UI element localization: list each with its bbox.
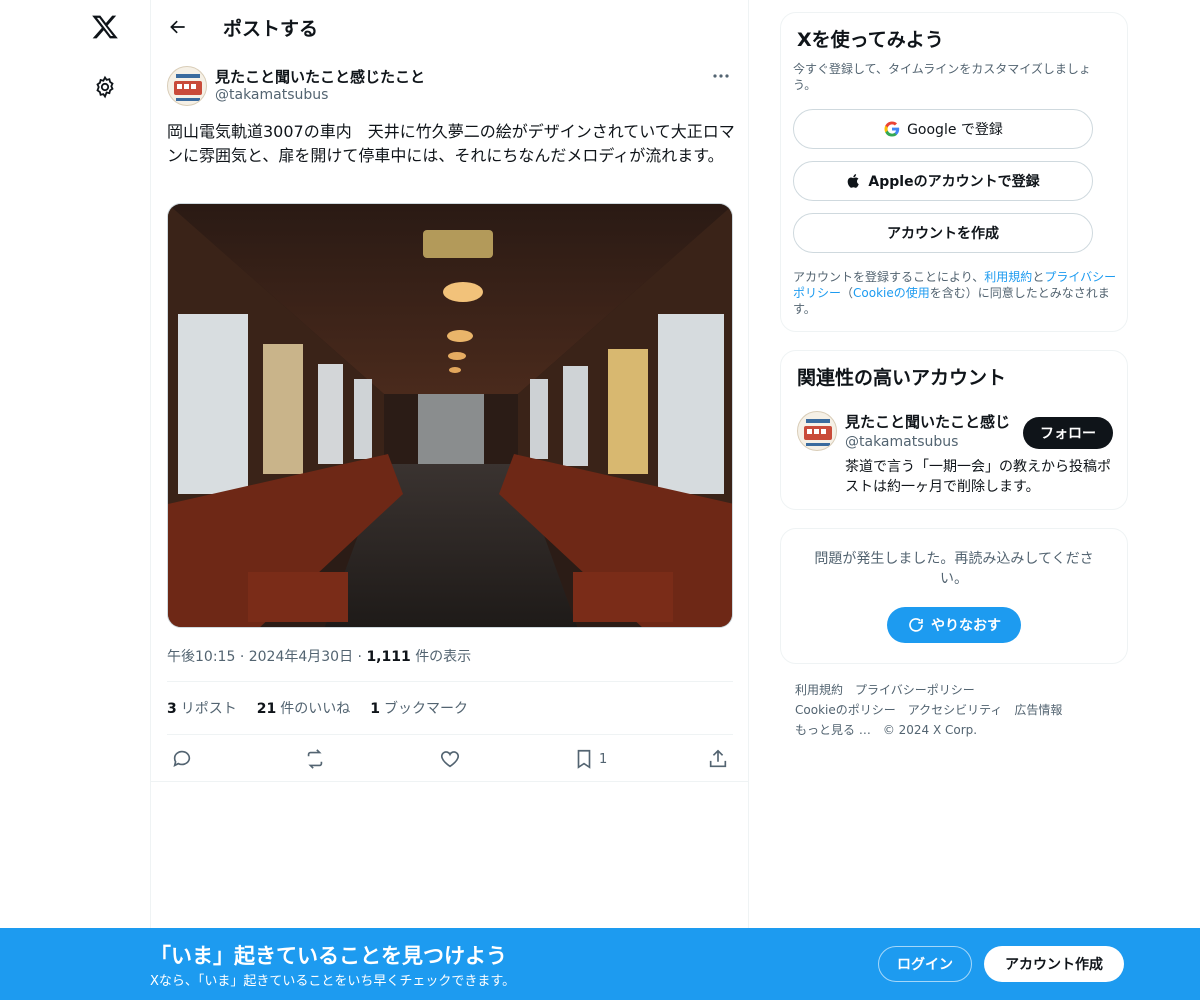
cookie-link[interactable]: Cookieの使用: [853, 286, 930, 300]
apple-signup-button[interactable]: Appleのアカウントで登録: [793, 161, 1093, 201]
google-signup-button[interactable]: Google で登録: [793, 109, 1093, 149]
retry-label: やりなおす: [931, 618, 1001, 634]
apple-icon: [848, 174, 860, 188]
bookmarks-label: ブックマーク: [383, 701, 468, 717]
x-logo-icon[interactable]: [88, 10, 122, 44]
likes-label: 件のいいね: [280, 701, 351, 717]
divider: [151, 781, 749, 782]
follow-button[interactable]: フォロー: [1023, 417, 1113, 449]
copyright: © 2024 X Corp.: [882, 723, 978, 737]
likes-stat[interactable]: 21 件のいいね: [257, 698, 350, 718]
tweet-meta: 午後10:15 · 2024年4月30日 · 1,111 件の表示: [167, 646, 471, 666]
settings-gear-icon[interactable]: [90, 72, 120, 102]
bottom-signup-banner: 「いま」起きていることを見つけよう Xなら、「いま」起きていることをいち早くチェ…: [0, 928, 1200, 1000]
terms-text: アカウントを登録することにより、利用規約とプライバシーポリシー（Cookieの使…: [793, 269, 1119, 317]
tweet-text: 岡山電気軌道3007の車内 天井に竹久夢二の絵がデザインされていて大正ロマンに雰…: [167, 122, 735, 165]
bookmark-action-count: 1: [599, 751, 608, 767]
signup-card-subtitle: 今すぐ登録して、タイムラインをカスタマイズしましょう。: [793, 62, 1091, 92]
views-count: 1,111: [366, 649, 411, 665]
bookmark-button[interactable]: 1: [573, 746, 607, 772]
tweet-author: 見たこと聞いたこと感じたこと @takamatsubus: [167, 64, 733, 108]
signup-card-title: Xを使ってみよう: [797, 29, 944, 51]
footer-link[interactable]: Cookieのポリシー: [795, 703, 896, 717]
error-message: 問題が発生しました。再読み込みしてください。: [814, 551, 1094, 587]
bookmarks-stat[interactable]: 1 ブックマーク: [370, 698, 468, 718]
terms-prefix: アカウントを登録することにより、: [793, 270, 985, 284]
bookmark-icon: [577, 749, 591, 769]
left-nav: [0, 0, 150, 1000]
banner-title: 「いま」起きていることを見つけよう: [150, 944, 507, 968]
tweet-date[interactable]: 2024年4月30日: [249, 649, 353, 665]
repost-icon[interactable]: [304, 746, 326, 772]
related-accounts-card: 関連性の高いアカウント 見たこと聞いたこと感じ @takamatsubus フォ…: [780, 350, 1128, 510]
create-account-label: アカウントを作成: [887, 226, 999, 242]
login-button[interactable]: ログイン: [878, 946, 972, 982]
refresh-icon: [909, 618, 923, 632]
author-handle[interactable]: @takamatsubus: [215, 87, 328, 103]
likes-count: 21: [256, 701, 277, 717]
meta-sep: ·: [239, 649, 249, 665]
more-options-icon[interactable]: [709, 66, 733, 86]
page-header: ポストする: [151, 0, 749, 54]
retweets-stat[interactable]: 3 リポスト: [167, 698, 237, 718]
related-card-title: 関連性の高いアカウント: [797, 367, 1007, 389]
related-name[interactable]: 見たこと聞いたこと感じ: [845, 411, 1010, 432]
related-bio: 茶道で言う「一期一会」の教えから投稿ポストは約一ヶ月で削除します。: [845, 459, 1111, 495]
author-name[interactable]: 見たこと聞いたこと感じたこと: [215, 66, 425, 87]
main-column: ポストする 見たこと聞いたこと感じたこと @takamatsubus 岡山電気軌…: [150, 0, 749, 1000]
tweet-actions: 1: [167, 742, 733, 776]
apple-signup-label: Appleのアカウントで登録: [868, 174, 1040, 190]
google-signup-label: Google で登録: [907, 122, 1003, 138]
footer-link[interactable]: 利用規約: [795, 683, 843, 697]
tweet-photo[interactable]: [167, 203, 733, 628]
divider: [167, 681, 733, 682]
banner-subtitle: Xなら、「いま」起きていることをいち早くチェックできます。: [150, 974, 516, 989]
retweets-count: 3: [167, 701, 177, 717]
share-icon[interactable]: [707, 746, 729, 772]
retry-button[interactable]: やりなおす: [887, 607, 1021, 643]
author-avatar[interactable]: [167, 66, 207, 106]
create-account-button[interactable]: アカウントを作成: [793, 213, 1093, 253]
related-handle[interactable]: @takamatsubus: [845, 434, 958, 450]
divider: [167, 734, 733, 735]
terms-and: と: [1032, 270, 1045, 284]
error-card: 問題が発生しました。再読み込みしてください。 やりなおす: [780, 528, 1128, 664]
footer-link[interactable]: もっと見る …: [795, 723, 871, 737]
page-title: ポストする: [223, 18, 319, 40]
footer-link[interactable]: アクセシビリティ: [908, 703, 1003, 717]
terms-mid: （: [841, 286, 854, 300]
signup-card: Xを使ってみよう 今すぐ登録して、タイムラインをカスタマイズしましょう。 Goo…: [780, 12, 1128, 332]
bookmarks-count: 1: [370, 701, 380, 717]
like-heart-icon[interactable]: [439, 746, 461, 772]
terms-link[interactable]: 利用規約: [984, 270, 1032, 284]
retweets-label: リポスト: [180, 701, 237, 717]
footer-links: 利用規約 プライバシーポリシー Cookieのポリシー アクセシビリティ 広告情報 も…: [795, 680, 1115, 740]
related-avatar[interactable]: [797, 411, 837, 451]
reply-icon[interactable]: [171, 746, 193, 772]
signup-button[interactable]: アカウント作成: [984, 946, 1124, 982]
tweet-stats: 3 リポスト 21 件のいいね 1 ブックマーク: [167, 698, 468, 718]
footer-link[interactable]: プライバシーポリシー: [855, 683, 975, 697]
google-icon: [884, 121, 900, 137]
views-label: 件の表示: [415, 649, 472, 665]
footer-link[interactable]: 広告情報: [1014, 703, 1062, 717]
back-arrow-icon[interactable]: [163, 12, 193, 42]
tweet-time[interactable]: 午後10:15: [167, 649, 235, 665]
